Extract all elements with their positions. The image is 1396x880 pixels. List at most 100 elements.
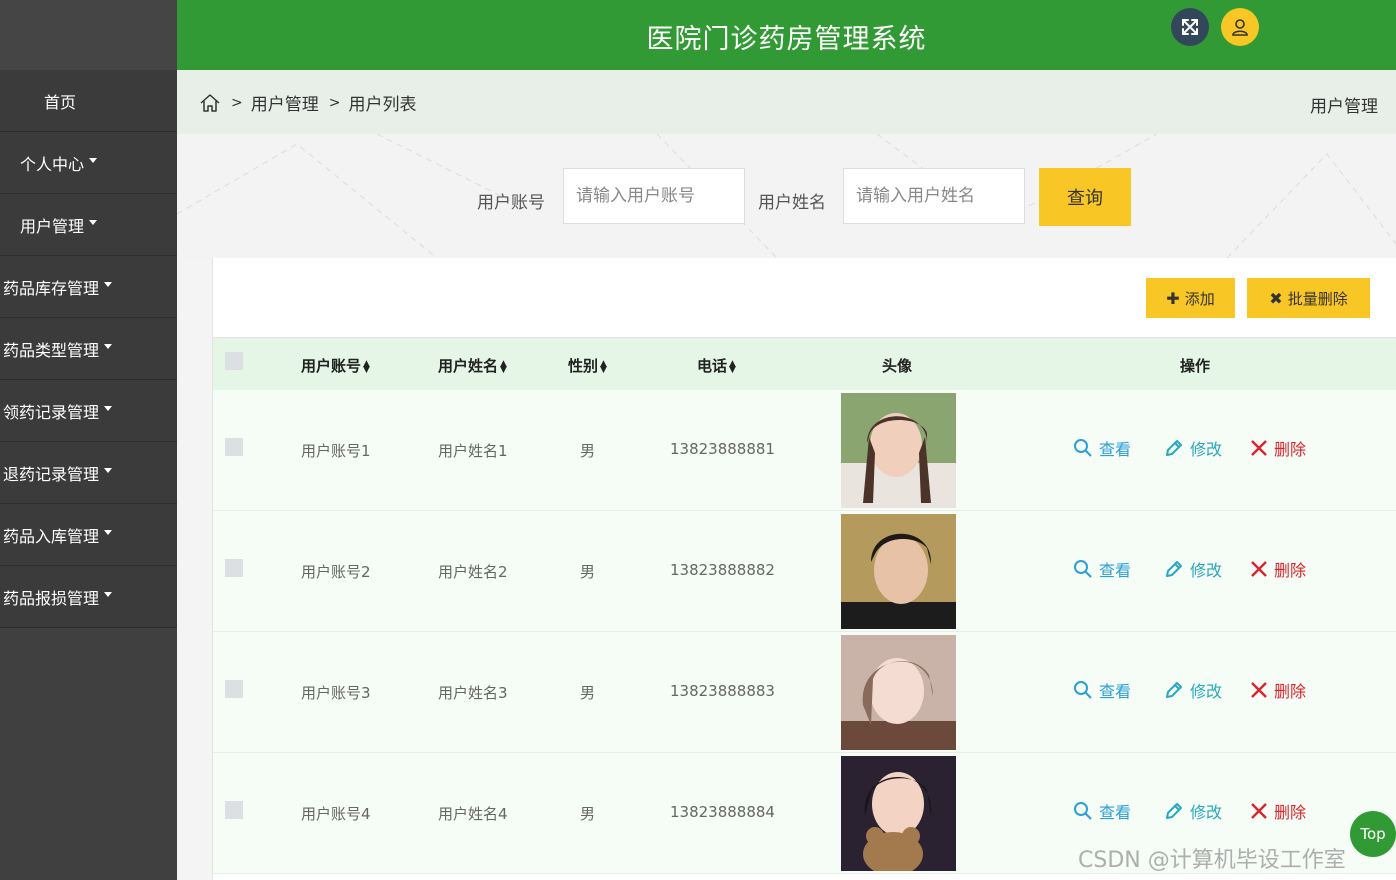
add-button[interactable]: ✚ 添加 [1146, 278, 1235, 318]
caret-down-icon [104, 530, 113, 535]
watermark: CSDN @计算机毕设工作室 [1078, 848, 1346, 873]
edit-button[interactable]: 修改 [1164, 678, 1222, 702]
view-button[interactable]: 查看 [1073, 557, 1131, 581]
row-checkbox[interactable] [225, 559, 243, 577]
pencil-icon [1166, 682, 1182, 698]
pencil-icon [1166, 803, 1182, 819]
sidebar-item-drug-collect-record[interactable]: 领药记录管理 [0, 380, 177, 442]
cell-phone: 13823888883 [670, 682, 775, 700]
table-row: 用户账号1 用户姓名1 男 13823888881 查看 修改 删除 [213, 390, 1396, 511]
sort-icon: ▲ ▼ [600, 358, 607, 375]
breadcrumb-bar: > 用户管理 > 用户列表 用户管理 [177, 70, 1396, 134]
close-icon [1251, 803, 1267, 819]
view-button[interactable]: 查看 [1073, 678, 1131, 702]
sidebar-item-label: 药品报损管理 [3, 588, 100, 608]
name-label: 用户姓名 [758, 193, 826, 213]
query-button[interactable]: 查询 [1039, 168, 1131, 226]
delete-button[interactable]: 删除 [1250, 678, 1306, 702]
cell-name: 用户姓名3 [438, 684, 508, 702]
breadcrumb-item-user-management[interactable]: 用户管理 [251, 90, 319, 115]
view-label: 查看 [1099, 682, 1132, 701]
caret-down-icon [89, 158, 98, 163]
fullscreen-button[interactable] [1171, 8, 1209, 46]
view-button[interactable]: 查看 [1073, 799, 1131, 823]
sidebar-item-user-management[interactable]: 用户管理 [0, 194, 177, 256]
caret-down-icon [104, 282, 113, 287]
edit-button[interactable]: 修改 [1164, 436, 1222, 460]
cell-name: 用户姓名1 [438, 442, 508, 460]
delete-button[interactable]: 删除 [1250, 436, 1306, 460]
user-icon [1232, 19, 1248, 36]
close-icon [1251, 682, 1267, 698]
batch-delete-button[interactable]: ✖ 批量删除 [1247, 278, 1370, 318]
name-search-input[interactable] [843, 168, 1025, 224]
current-section-label: 用户管理 [1310, 97, 1378, 117]
app-title: 医院门诊药房管理系统 [646, 24, 927, 55]
sidebar-item-drug-return-record[interactable]: 退药记录管理 [0, 442, 177, 504]
search-icon [1074, 439, 1092, 457]
cell-gender: 男 [580, 563, 596, 581]
panel-gutter [177, 258, 212, 880]
avatar [841, 514, 956, 629]
table-panel: ✚ 添加 ✖ 批量删除 用户账号 ▲ ▼ 用户姓名 ▲ ▼ 性别 ▲ ▼ 电话 ▲ ▼ 头像 操… [212, 258, 1396, 880]
sidebar-item-personal-center[interactable]: 个人中心 [0, 132, 177, 194]
top-header: 医院门诊药房管理系统 [177, 0, 1396, 70]
select-all-checkbox[interactable] [225, 352, 243, 370]
breadcrumb-separator: > [231, 94, 243, 111]
caret-down-icon [89, 220, 98, 225]
account-label: 用户账号 [477, 193, 545, 213]
column-header-avatar: 头像 [882, 357, 913, 375]
cell-account: 用户账号3 [301, 684, 371, 702]
avatar [841, 393, 956, 508]
column-header-label: 用户账号 [301, 357, 362, 375]
caret-down-icon [104, 344, 113, 349]
row-checkbox[interactable] [225, 438, 243, 456]
view-button[interactable]: 查看 [1073, 436, 1131, 460]
edit-button[interactable]: 修改 [1164, 557, 1222, 581]
edit-button[interactable]: 修改 [1164, 799, 1222, 823]
delete-button[interactable]: 删除 [1250, 799, 1306, 823]
cell-name: 用户姓名2 [438, 563, 508, 581]
account-search-input[interactable] [563, 168, 745, 224]
pencil-icon [1166, 440, 1182, 456]
delete-label: 删除 [1274, 682, 1307, 701]
table-header: 用户账号 ▲ ▼ 用户姓名 ▲ ▼ 性别 ▲ ▼ 电话 ▲ ▼ 头像 操作 [213, 337, 1396, 390]
sidebar: 首页 个人中心 用户管理 药品库存管理 药品类型管理 领药记录管理 退药记录管理… [0, 0, 177, 880]
sidebar-item-drug-inbound[interactable]: 药品入库管理 [0, 504, 177, 566]
edit-label: 修改 [1190, 682, 1223, 701]
delete-button[interactable]: 删除 [1250, 557, 1306, 581]
sidebar-item-drug-stock[interactable]: 药品库存管理 [0, 256, 177, 318]
column-header-label: 性别 [568, 357, 599, 375]
sidebar-item-home[interactable]: 首页 [0, 70, 177, 132]
sidebar-item-drug-damage[interactable]: 药品报损管理 [0, 566, 177, 628]
column-header-name[interactable]: 用户姓名 ▲ ▼ [438, 355, 507, 376]
cell-gender: 男 [580, 805, 596, 823]
row-checkbox[interactable] [225, 680, 243, 698]
column-header-account[interactable]: 用户账号 ▲ ▼ [301, 355, 370, 376]
edit-label: 修改 [1190, 440, 1223, 459]
sidebar-item-label: 药品库存管理 [3, 278, 100, 298]
row-checkbox[interactable] [225, 801, 243, 819]
sidebar-item-label: 药品类型管理 [3, 340, 100, 360]
cell-gender: 男 [580, 442, 596, 460]
sidebar-item-label: 个人中心 [20, 154, 85, 174]
column-header-phone[interactable]: 电话 ▲ ▼ [697, 355, 736, 376]
user-profile-button[interactable] [1221, 8, 1259, 46]
sidebar-logo-area [0, 0, 177, 70]
sidebar-item-drug-type[interactable]: 药品类型管理 [0, 318, 177, 380]
sort-icon: ▲ ▼ [363, 358, 370, 375]
view-label: 查看 [1099, 803, 1132, 822]
home-icon[interactable] [199, 92, 221, 114]
edit-label: 修改 [1190, 561, 1223, 580]
back-to-top-button[interactable]: Top [1350, 811, 1396, 857]
cell-phone: 13823888884 [670, 803, 775, 821]
delete-label: 删除 [1274, 561, 1307, 580]
column-header-gender[interactable]: 性别 ▲ ▼ [568, 355, 607, 376]
table-row: 用户账号3 用户姓名3 男 13823888883 查看 修改 删除 [213, 632, 1396, 753]
avatar [841, 756, 956, 871]
caret-down-icon [104, 406, 113, 411]
caret-down-icon [104, 468, 113, 473]
cell-account: 用户账号1 [301, 442, 371, 460]
sort-icon: ▲ ▼ [500, 358, 507, 375]
edit-label: 修改 [1190, 803, 1223, 822]
